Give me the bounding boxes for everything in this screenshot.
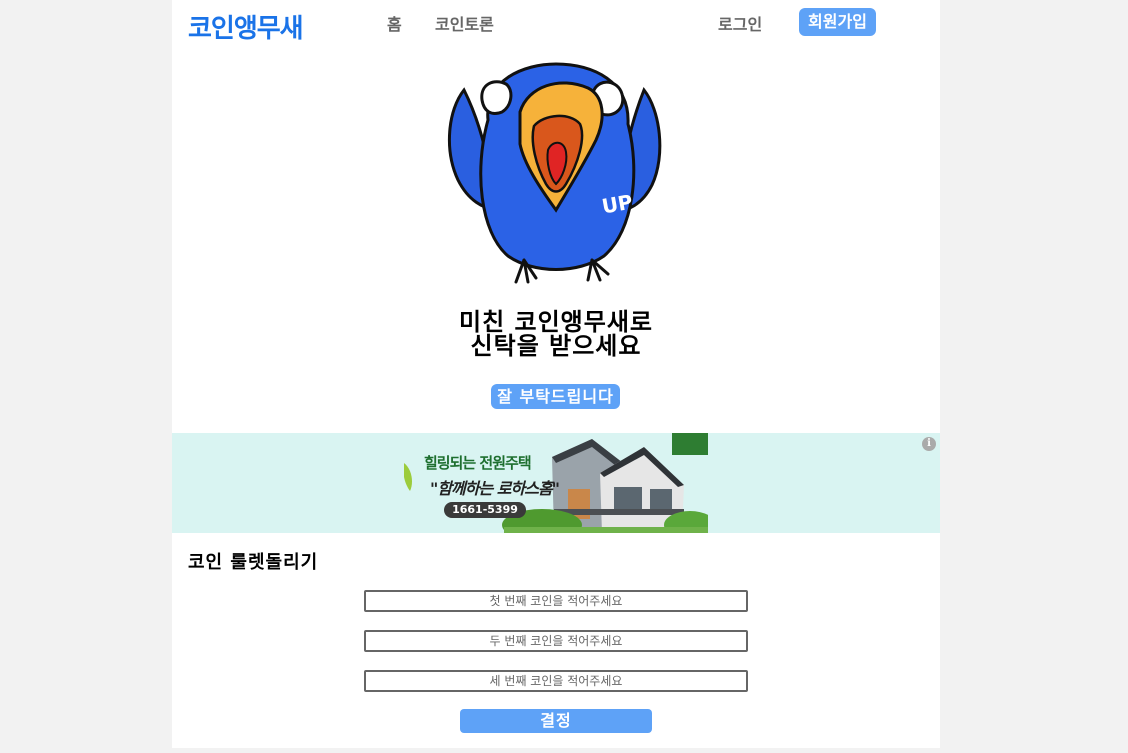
top-nav: 코인앵무새 홈 코인토론 로그인 회원가입 [172, 0, 940, 44]
nav-login-link[interactable]: 로그인 [718, 11, 762, 35]
ad-slogan: "함께하는 로하스홈" [430, 479, 560, 498]
request-oracle-button[interactable]: 잘 부탁드립니다 [491, 384, 620, 409]
nav-home-link[interactable]: 홈 [387, 11, 402, 35]
parrot-mascot-icon: UP [447, 62, 662, 284]
third-coin-input[interactable] [364, 670, 748, 692]
info-icon[interactable]: i [922, 437, 936, 451]
ad-phone-number: 1661-5399 [444, 502, 526, 518]
first-coin-input[interactable] [364, 590, 748, 612]
hero-title: 미친 코인앵무새로 신탁을 받으세요 [172, 310, 940, 358]
ad-banner[interactable]: 힐링되는 전원주택 "함께하는 로하스홈" 1661-5399 i [172, 433, 940, 533]
ad-brand-logo [672, 433, 708, 455]
hero-title-line1: 미친 코인앵무새로 [459, 308, 653, 336]
signup-button[interactable]: 회원가입 [799, 8, 876, 36]
page-container: 코인앵무새 홈 코인토론 로그인 회원가입 UP 미친 코인앵무새로 신탁을 받… [172, 0, 940, 748]
logo[interactable]: 코인앵무새 [188, 8, 304, 45]
roulette-title: 코인 룰렛돌리기 [188, 552, 319, 573]
hero-title-line2: 신탁을 받으세요 [470, 332, 642, 360]
second-coin-input[interactable] [364, 630, 748, 652]
ad-headline: 힐링되는 전원주택 [424, 454, 532, 472]
decide-button[interactable]: 결정 [460, 709, 652, 733]
nav-coin-board-link[interactable]: 코인토론 [435, 11, 494, 35]
